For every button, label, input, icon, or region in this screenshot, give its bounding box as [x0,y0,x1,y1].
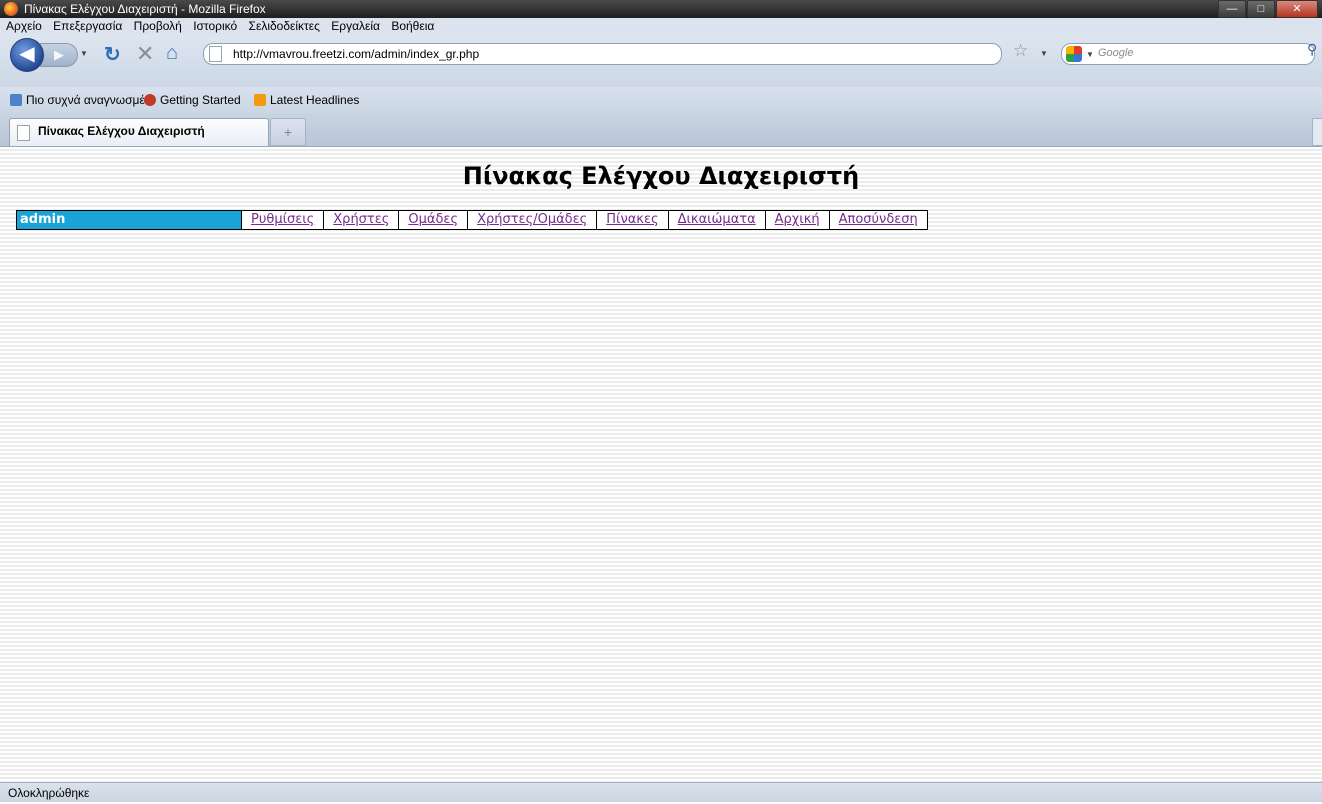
tab-admin-panel[interactable]: Πίνακας Ελέγχου Διαχειριστή [9,118,269,146]
reload-icon[interactable]: ↻ [104,42,121,67]
search-placeholder[interactable]: Google [1098,47,1133,59]
status-text: Ολοκληρώθηκε [8,786,90,800]
back-button[interactable]: ◀ [10,38,44,72]
nav-link-logout[interactable]: Αποσύνδεση [830,211,927,229]
close-button[interactable]: ✕ [1276,0,1318,18]
nav-link-home[interactable]: Αρχική [766,211,830,229]
nav-link-users-groups[interactable]: Χρήστες/Ομάδες [468,211,598,229]
search-bar[interactable]: ▼ Google [1061,43,1315,65]
menu-view[interactable]: Προβολή [134,19,182,33]
bookmark-latest-headlines[interactable]: Latest Headlines [254,87,359,113]
rss-feed-icon [254,94,266,106]
window-title: Πίνακας Ελέγχου Διαχειριστή - Mozilla Fi… [24,2,266,16]
forward-button[interactable]: ▶ [40,43,78,67]
page-icon [209,46,222,62]
status-bar: Ολοκληρώθηκε [0,782,1322,802]
menu-file[interactable]: Αρχείο [6,19,42,33]
bookmark-star-icon[interactable]: ☆ [1013,41,1028,61]
new-tab-button[interactable]: + [270,118,306,146]
search-engine-dropdown-icon[interactable]: ▼ [1086,50,1094,59]
firefox-bookmark-icon [144,94,156,106]
nav-link-users[interactable]: Χρήστες [324,211,400,229]
page-content: Πίνακας Ελέγχου Διαχειριστή admin Ρυθμίσ… [0,147,1322,782]
page-title: Πίνακας Ελέγχου Διαχειριστή [462,162,860,190]
menu-bar: Αρχείο Επεξεργασία Προβολή Ιστορικό Σελι… [0,18,1322,35]
window-controls: — □ ✕ [1217,0,1318,18]
tab-list-button[interactable] [1312,118,1322,146]
admin-nav-table: admin Ρυθμίσεις Χρήστες Ομάδες Χρήστες/Ο… [16,210,928,230]
address-bar[interactable]: http://vmavrou.freetzi.com/admin/index_g… [203,43,1002,65]
tab-page-icon [17,125,30,141]
firefox-icon [4,2,18,16]
bookmarks-toolbar: Πιο συχνά αναγνωσμέ... Getting Started L… [0,87,1322,113]
menu-tools[interactable]: Εργαλεία [331,19,380,33]
bookmark-most-visited[interactable]: Πιο συχνά αναγνωσμέ... [10,87,155,113]
menu-help[interactable]: Βοήθεια [391,19,434,33]
logged-user-cell: admin [17,211,242,229]
window-title-bar: Πίνακας Ελέγχου Διαχειριστή - Mozilla Fi… [0,0,1322,18]
nav-link-tables[interactable]: Πίνακες [597,211,669,229]
menu-edit[interactable]: Επεξεργασία [53,19,122,33]
stop-icon[interactable]: ✕ [136,41,154,67]
rss-folder-icon [10,94,22,106]
url-dropdown-icon[interactable]: ▼ [1040,49,1048,58]
nav-link-permissions[interactable]: Δικαιώματα [669,211,766,229]
navigation-toolbar: ▶ ◀ ▼ ↻ ✕ ⌂ http://vmavrou.freetzi.com/a… [0,35,1322,87]
google-icon[interactable] [1066,46,1082,62]
url-text[interactable]: http://vmavrou.freetzi.com/admin/index_g… [233,47,479,61]
bookmark-getting-started[interactable]: Getting Started [144,87,241,113]
minimize-button[interactable]: — [1218,0,1246,18]
home-icon[interactable]: ⌂ [166,42,178,65]
search-icon[interactable]: ⚲ [1307,41,1317,58]
nav-link-settings[interactable]: Ρυθμίσεις [242,211,325,229]
history-dropdown-icon[interactable]: ▼ [80,49,88,58]
maximize-button[interactable]: □ [1247,0,1275,18]
tab-strip: Πίνακας Ελέγχου Διαχειριστή + [0,113,1322,147]
nav-link-groups[interactable]: Ομάδες [399,211,469,229]
menu-bookmarks[interactable]: Σελιδοδείκτες [249,19,320,33]
menu-history[interactable]: Ιστορικό [193,19,237,33]
tab-label: Πίνακας Ελέγχου Διαχειριστή [38,124,205,138]
